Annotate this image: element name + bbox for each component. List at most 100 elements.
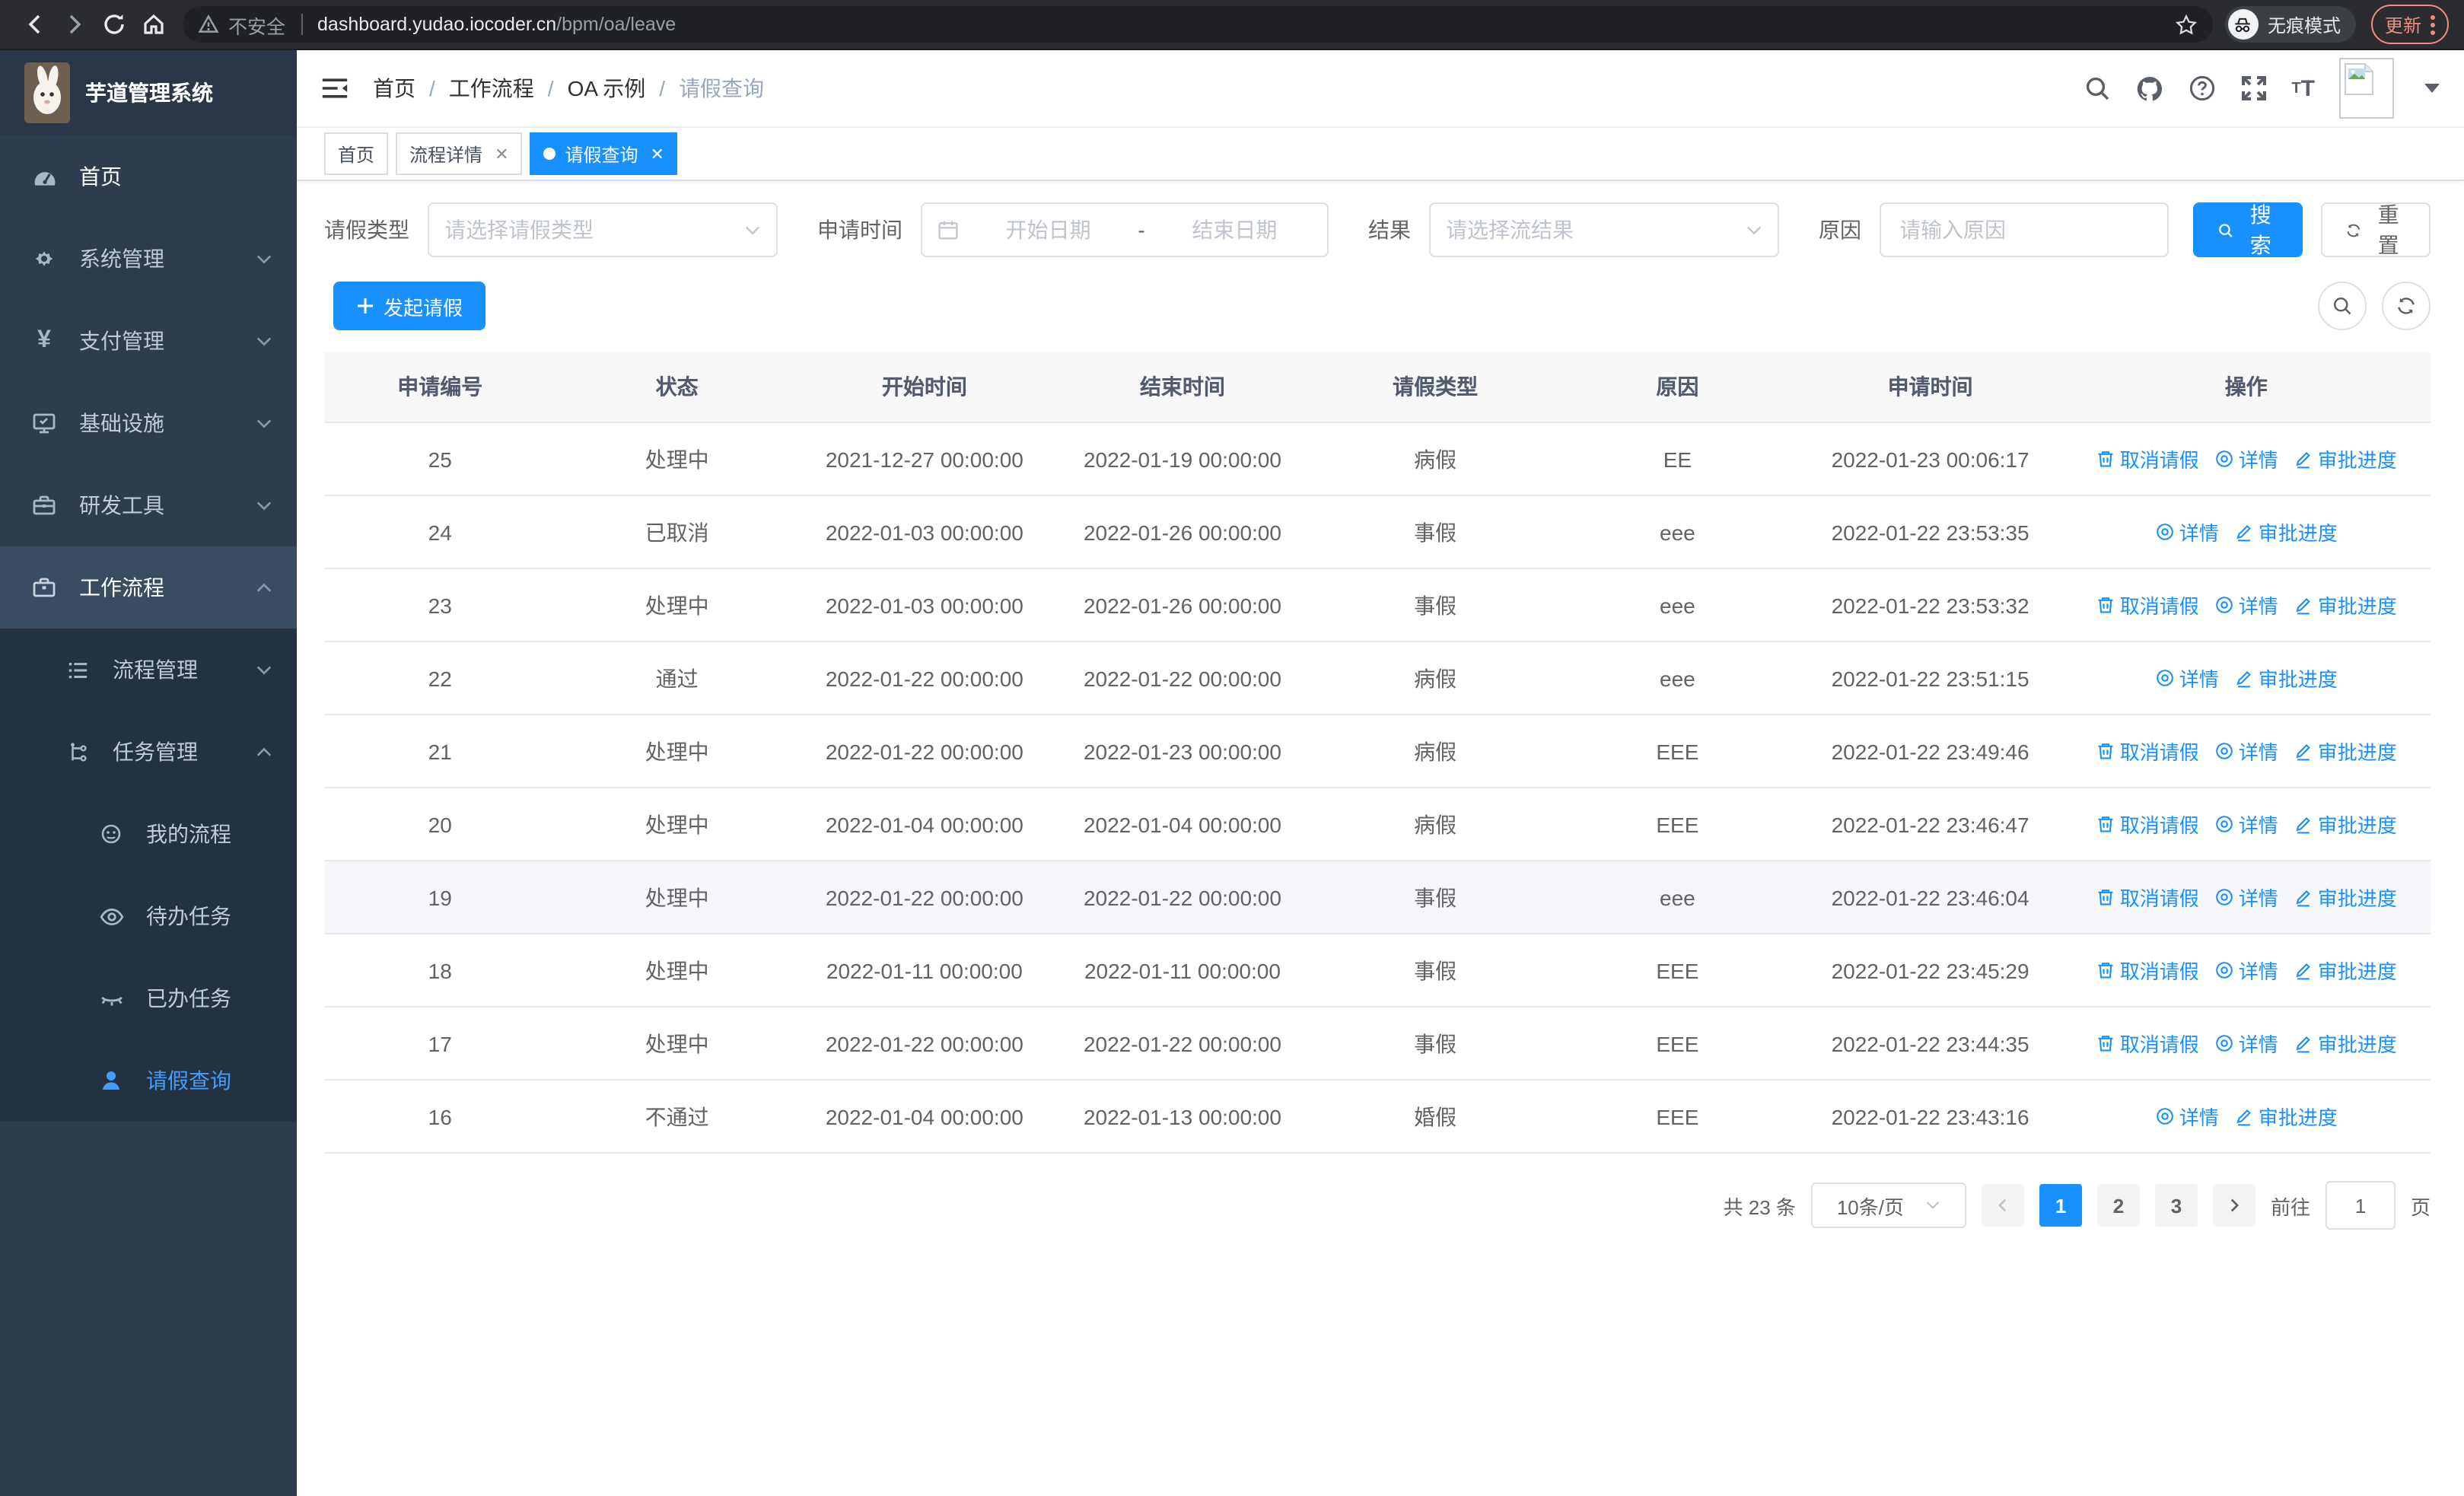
chevron-up-icon: [256, 746, 272, 756]
sidebar-item-leave-query[interactable]: 请假查询: [0, 1039, 297, 1122]
trash-icon: [2098, 963, 2113, 979]
page-button-2[interactable]: 2: [2096, 1184, 2140, 1227]
sidebar-item-home[interactable]: 首页: [0, 135, 297, 218]
table-cell: EEE: [1556, 715, 1799, 788]
table-row: 19 处理中 2022-01-22 00:00:00 2022-01-22 00:00…: [324, 861, 2431, 934]
approval-progress-link[interactable]: 审批进度: [2234, 517, 2338, 546]
sidebar-toggle-icon[interactable]: [321, 76, 349, 100]
breadcrumb: 首页 / 工作流程 / OA 示例 / 请假查询: [373, 73, 764, 103]
reason-input[interactable]: [1896, 216, 2152, 243]
sidebar-item-task-mgmt[interactable]: 任务管理: [0, 711, 297, 793]
approval-progress-link[interactable]: 审批进度: [2294, 1029, 2397, 1058]
apply-time-range[interactable]: 开始日期 - 结束日期: [921, 202, 1329, 257]
forward-icon[interactable]: [55, 5, 94, 44]
fullscreen-icon[interactable]: [2240, 75, 2267, 102]
approval-progress-link[interactable]: 审批进度: [2234, 664, 2338, 692]
url-bar[interactable]: 不安全 dashboard.yudao.iocoder.cn/bpm/oa/le…: [183, 6, 2213, 43]
approval-progress-link[interactable]: 审批进度: [2294, 737, 2397, 766]
close-icon[interactable]: ✕: [495, 144, 508, 164]
avatar-caret-icon[interactable]: [2424, 84, 2440, 93]
url-host: dashboard.yudao.iocoder.cn: [317, 14, 557, 35]
browser-menu-icon[interactable]: [2431, 14, 2435, 34]
tab-home[interactable]: 首页: [324, 132, 389, 175]
cancel-leave-link[interactable]: 取消请假: [2096, 956, 2199, 985]
cancel-leave-link[interactable]: 取消请假: [2096, 1029, 2199, 1058]
table-cell: 事假: [1313, 861, 1557, 934]
sidebar-item-devtools[interactable]: 研发工具: [0, 464, 297, 546]
result-select[interactable]: 请选择流结果: [1429, 202, 1779, 257]
sidebar-item-payment[interactable]: ¥ 支付管理: [0, 300, 297, 382]
sidebar-menu: 首页 系统管理 ¥ 支付管理 基础设施 研发工具 工作流程 流程管理 任务管理 …: [0, 135, 297, 1496]
detail-link[interactable]: 详情: [2214, 810, 2278, 839]
col-actions: 操作: [2061, 352, 2431, 423]
trash-icon: [2098, 890, 2113, 906]
sidebar-item-todo-tasks[interactable]: 待办任务: [0, 875, 297, 957]
breadcrumb-workflow[interactable]: 工作流程: [449, 73, 534, 103]
page-size-select[interactable]: 10条/页: [1810, 1182, 1966, 1228]
approval-progress-link[interactable]: 审批进度: [2294, 883, 2397, 912]
table-cell: 处理中: [556, 422, 798, 496]
detail-link[interactable]: 详情: [2155, 517, 2219, 546]
approval-progress-link[interactable]: 审批进度: [2294, 810, 2397, 839]
table-cell: EEE: [1556, 934, 1799, 1007]
cancel-leave-link[interactable]: 取消请假: [2096, 590, 2199, 619]
table-cell: 婚假: [1313, 1080, 1557, 1154]
tab-leave-query[interactable]: 请假查询 ✕: [530, 132, 678, 175]
cancel-leave-link[interactable]: 取消请假: [2096, 810, 2199, 839]
tab-process-detail[interactable]: 流程详情 ✕: [396, 132, 523, 175]
cancel-leave-link[interactable]: 取消请假: [2096, 444, 2199, 473]
sidebar-logo[interactable]: 芋道管理系统: [0, 50, 297, 135]
leave-type-select[interactable]: 请选择请假类型: [428, 202, 778, 257]
reload-icon[interactable]: [94, 5, 134, 44]
sidebar-item-system[interactable]: 系统管理: [0, 218, 297, 300]
detail-link[interactable]: 详情: [2214, 1029, 2278, 1058]
chevron-down-icon: [256, 419, 272, 428]
help-icon[interactable]: [2188, 75, 2215, 102]
page-button-3[interactable]: 3: [2154, 1184, 2198, 1227]
update-button[interactable]: 更新: [2370, 5, 2449, 44]
table-cell: 已取消: [556, 495, 798, 569]
cancel-leave-link[interactable]: 取消请假: [2096, 737, 2199, 766]
detail-link[interactable]: 详情: [2214, 956, 2278, 985]
page-button-1[interactable]: 1: [2039, 1184, 2082, 1227]
table-header-row: 申请编号 状态 开始时间 结束时间 请假类型 原因 申请时间 操作: [324, 352, 2431, 423]
next-page-button[interactable]: [2212, 1184, 2255, 1227]
detail-link[interactable]: 详情: [2155, 1102, 2219, 1131]
detail-link[interactable]: 详情: [2155, 664, 2219, 692]
prev-page-button[interactable]: [1981, 1184, 2024, 1227]
sidebar-item-infra[interactable]: 基础设施: [0, 382, 297, 464]
tags-bar: 首页 流程详情 ✕ 请假查询 ✕: [297, 128, 2464, 181]
approval-progress-link[interactable]: 审批进度: [2234, 1102, 2338, 1131]
edit-icon: [2296, 816, 2310, 834]
bookmark-icon[interactable]: [2175, 13, 2198, 36]
cancel-leave-link[interactable]: 取消请假: [2096, 883, 2199, 912]
detail-link[interactable]: 详情: [2214, 444, 2278, 473]
approval-progress-link[interactable]: 审批进度: [2294, 590, 2397, 619]
detail-link[interactable]: 详情: [2214, 590, 2278, 619]
view-icon: [2215, 450, 2233, 467]
refresh-table-button[interactable]: [2382, 282, 2431, 330]
breadcrumb-home[interactable]: 首页: [373, 73, 415, 103]
search-icon[interactable]: [2083, 75, 2110, 102]
detail-link[interactable]: 详情: [2214, 883, 2278, 912]
sidebar-item-process-mgmt[interactable]: 流程管理: [0, 629, 297, 711]
create-leave-button[interactable]: 发起请假: [333, 282, 486, 330]
toggle-search-button[interactable]: [2318, 282, 2367, 330]
approval-progress-link[interactable]: 审批进度: [2294, 956, 2397, 985]
sidebar-item-workflow[interactable]: 工作流程: [0, 546, 297, 629]
avatar[interactable]: [2339, 58, 2394, 119]
goto-page-input[interactable]: [2325, 1181, 2396, 1230]
reset-button[interactable]: 重置: [2321, 202, 2431, 257]
github-icon[interactable]: [2135, 74, 2163, 103]
breadcrumb-oa[interactable]: OA 示例: [568, 73, 646, 103]
close-icon[interactable]: ✕: [651, 144, 664, 164]
font-size-icon[interactable]: TT: [2291, 75, 2315, 101]
approval-progress-link[interactable]: 审批进度: [2294, 444, 2397, 473]
yen-icon: ¥: [37, 327, 51, 353]
detail-link[interactable]: 详情: [2214, 737, 2278, 766]
back-icon[interactable]: [15, 5, 55, 44]
sidebar-item-done-tasks[interactable]: 已办任务: [0, 957, 297, 1039]
home-icon[interactable]: [134, 5, 173, 44]
search-button[interactable]: 搜索: [2193, 202, 2303, 257]
sidebar-item-my-process[interactable]: 我的流程: [0, 793, 297, 875]
